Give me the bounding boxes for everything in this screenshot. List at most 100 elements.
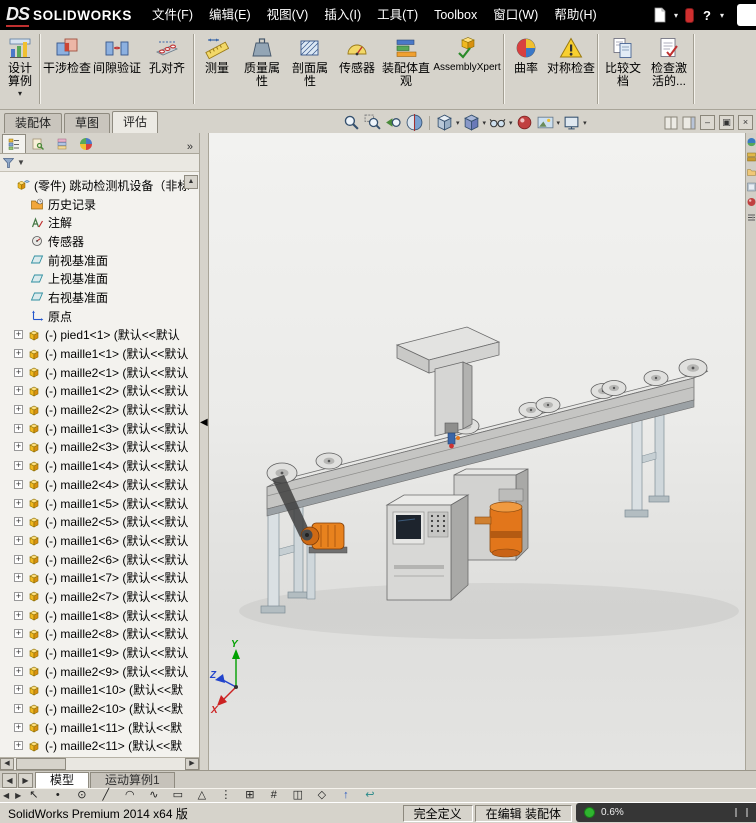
- custom-properties-icon[interactable]: [747, 212, 756, 222]
- select-icon[interactable]: ↖: [27, 789, 40, 802]
- solidworks-resources-icon[interactable]: [747, 137, 756, 147]
- menubar-item[interactable]: Toolbox: [426, 0, 485, 30]
- window-controls[interactable]: [737, 4, 756, 26]
- restore-document-button[interactable]: ▣: [719, 115, 734, 130]
- tree-component-row[interactable]: + (-) maille1<1> (默认<<默认: [0, 344, 199, 363]
- menubar-item[interactable]: 编辑(E): [201, 0, 259, 30]
- tree-component-row[interactable]: + (-) maille1<7> (默认<<默认: [0, 568, 199, 587]
- menubar-item[interactable]: 工具(T): [369, 0, 426, 30]
- tree-component-row[interactable]: + (-) maille1<10> (默认<<默: [0, 681, 199, 700]
- expand-icon[interactable]: +: [14, 517, 23, 527]
- ribbon-measure-button[interactable]: 测量: [196, 33, 238, 107]
- scroll-left-button[interactable]: ◀: [0, 758, 14, 770]
- close-document-button[interactable]: ×: [738, 115, 753, 130]
- ribbon-assembly-visualization-button[interactable]: 装配体直观: [380, 33, 432, 107]
- 3d-model-jump-detection-machine[interactable]: Y Z X: [209, 133, 745, 770]
- toolbar-scroll-right-icon[interactable]: ▶: [15, 791, 21, 800]
- tree-item-history[interactable]: 历史记录: [0, 195, 199, 214]
- dropdown-caret-icon[interactable]: ▾: [509, 119, 513, 127]
- view-orientation-icon[interactable]: [436, 114, 453, 131]
- expand-icon[interactable]: +: [14, 704, 23, 714]
- help-icon[interactable]: ?: [701, 8, 713, 23]
- ribbon-mass-properties-button[interactable]: 质量属性: [238, 33, 286, 107]
- tree-component-row[interactable]: + (-) maille1<8> (默认<<默认: [0, 606, 199, 625]
- ribbon-compare-documents-button[interactable]: 比较文档: [600, 33, 646, 107]
- tab-assembly[interactable]: 装配体: [4, 113, 63, 133]
- previous-view-icon[interactable]: [385, 114, 402, 131]
- ribbon-check-active-document-button[interactable]: 检查激活的...: [646, 33, 692, 107]
- edit-appearance-icon[interactable]: [516, 114, 533, 131]
- tree-component-row[interactable]: + (-) maille2<1> (默认<<默认: [0, 363, 199, 382]
- expand-icon[interactable]: +: [14, 330, 23, 340]
- dropdown-caret-icon[interactable]: ▾: [720, 11, 724, 20]
- expand-icon[interactable]: +: [14, 405, 23, 415]
- tree-component-row[interactable]: + (-) maille2<8> (默认<<默认: [0, 625, 199, 644]
- panel-splitter[interactable]: ◀: [200, 133, 209, 770]
- menubar-item[interactable]: 帮助(H): [546, 0, 604, 30]
- sketch-point-icon[interactable]: •: [51, 789, 64, 802]
- expand-icon[interactable]: +: [14, 461, 23, 471]
- tree-component-row[interactable]: + (-) maille2<2> (默认<<默认: [0, 400, 199, 419]
- propertymanager-tab[interactable]: [26, 134, 50, 153]
- menubar-item[interactable]: 窗口(W): [485, 0, 546, 30]
- tree-component-row[interactable]: + (-) maille1<5> (默认<<默认: [0, 494, 199, 513]
- display-pane-toggle-icon[interactable]: [664, 116, 678, 130]
- tree-component-row[interactable]: + (-) maille1<9> (默认<<默认: [0, 643, 199, 662]
- tab-model[interactable]: 模型: [35, 772, 90, 788]
- view-palette-icon[interactable]: [746, 182, 756, 192]
- exit-sketch-icon[interactable]: ↩: [363, 789, 376, 802]
- rectangle-icon[interactable]: ▭: [171, 789, 184, 802]
- tree-component-row[interactable]: + (-) maille2<10> (默认<<默: [0, 699, 199, 718]
- expand-icon[interactable]: +: [14, 535, 23, 545]
- spline-icon[interactable]: ∿: [147, 789, 160, 802]
- screen-overlay-badge[interactable]: 0.6%: [576, 803, 756, 822]
- menubar-item[interactable]: 文件(F): [144, 0, 201, 30]
- scroll-right-button[interactable]: ▶: [185, 758, 199, 770]
- section-view-icon[interactable]: [406, 114, 423, 131]
- ribbon-sensor-button[interactable]: 传感器: [334, 33, 380, 107]
- menubar-item[interactable]: 视图(V): [259, 0, 317, 30]
- hide-show-items-icon[interactable]: [489, 114, 506, 131]
- tree-component-row[interactable]: + (-) maille2<6> (默认<<默认: [0, 550, 199, 569]
- scrollbar-track[interactable]: [14, 758, 185, 770]
- expand-icon[interactable]: +: [14, 573, 23, 583]
- tab-motion-study-1[interactable]: 运动算例1: [90, 772, 175, 788]
- dropdown-caret-icon[interactable]: ▾: [583, 119, 587, 127]
- tree-component-row[interactable]: + (-) maille2<9> (默认<<默认: [0, 662, 199, 681]
- minimize-document-button[interactable]: –: [700, 115, 715, 130]
- circle-icon[interactable]: ⊙: [75, 789, 88, 802]
- expand-icon[interactable]: +: [14, 367, 23, 377]
- featuremanager-tab[interactable]: [2, 134, 26, 153]
- display-style-icon[interactable]: [463, 114, 480, 131]
- tree-component-row[interactable]: + (-) maille1<6> (默认<<默认: [0, 531, 199, 550]
- tree-component-row[interactable]: + (-) pied1<1> (默认<<默认: [0, 326, 199, 345]
- ribbon-symmetry-check-button[interactable]: 对称检查: [546, 33, 596, 107]
- menubar-item[interactable]: 插入(I): [316, 0, 369, 30]
- tree-item-top-plane[interactable]: 上视基准面: [0, 269, 199, 288]
- design-library-icon[interactable]: [746, 152, 756, 162]
- expand-icon[interactable]: +: [14, 610, 23, 620]
- dropdown-caret-icon[interactable]: ▾: [483, 119, 487, 127]
- displaymanager-tab[interactable]: [74, 134, 98, 153]
- solidworks-id-badge[interactable]: [685, 7, 695, 23]
- filter-caret-icon[interactable]: ▼: [17, 158, 25, 167]
- tree-component-row[interactable]: + (-) maille1<2> (默认<<默认: [0, 382, 199, 401]
- tree-item-right-plane[interactable]: 右视基准面: [0, 288, 199, 307]
- tree-component-row[interactable]: + (-) maille1<11> (默认<<默: [0, 718, 199, 737]
- ribbon-section-properties-button[interactable]: 剖面属性: [286, 33, 334, 107]
- tree-item-sensors[interactable]: 传感器: [0, 232, 199, 251]
- dimension-icon[interactable]: #: [267, 789, 280, 802]
- appearances-scenes-icon[interactable]: [747, 197, 756, 207]
- collapse-panel-icon[interactable]: ◀: [200, 418, 208, 428]
- dropdown-caret-icon[interactable]: ▾: [674, 11, 678, 20]
- ribbon-assemblyxpert-button[interactable]: AssemblyXpert: [432, 33, 502, 107]
- tab-scroll-right-button[interactable]: ▶: [18, 773, 33, 788]
- expand-icon[interactable]: +: [14, 442, 23, 452]
- filter-funnel-icon[interactable]: [3, 157, 14, 168]
- file-explorer-icon[interactable]: [746, 167, 756, 177]
- tab-sketch[interactable]: 草图: [64, 113, 111, 133]
- tree-component-row[interactable]: + (-) maille1<3> (默认<<默认: [0, 419, 199, 438]
- expand-icon[interactable]: +: [14, 722, 23, 732]
- expand-icon[interactable]: +: [14, 498, 23, 508]
- expand-icon[interactable]: +: [14, 629, 23, 639]
